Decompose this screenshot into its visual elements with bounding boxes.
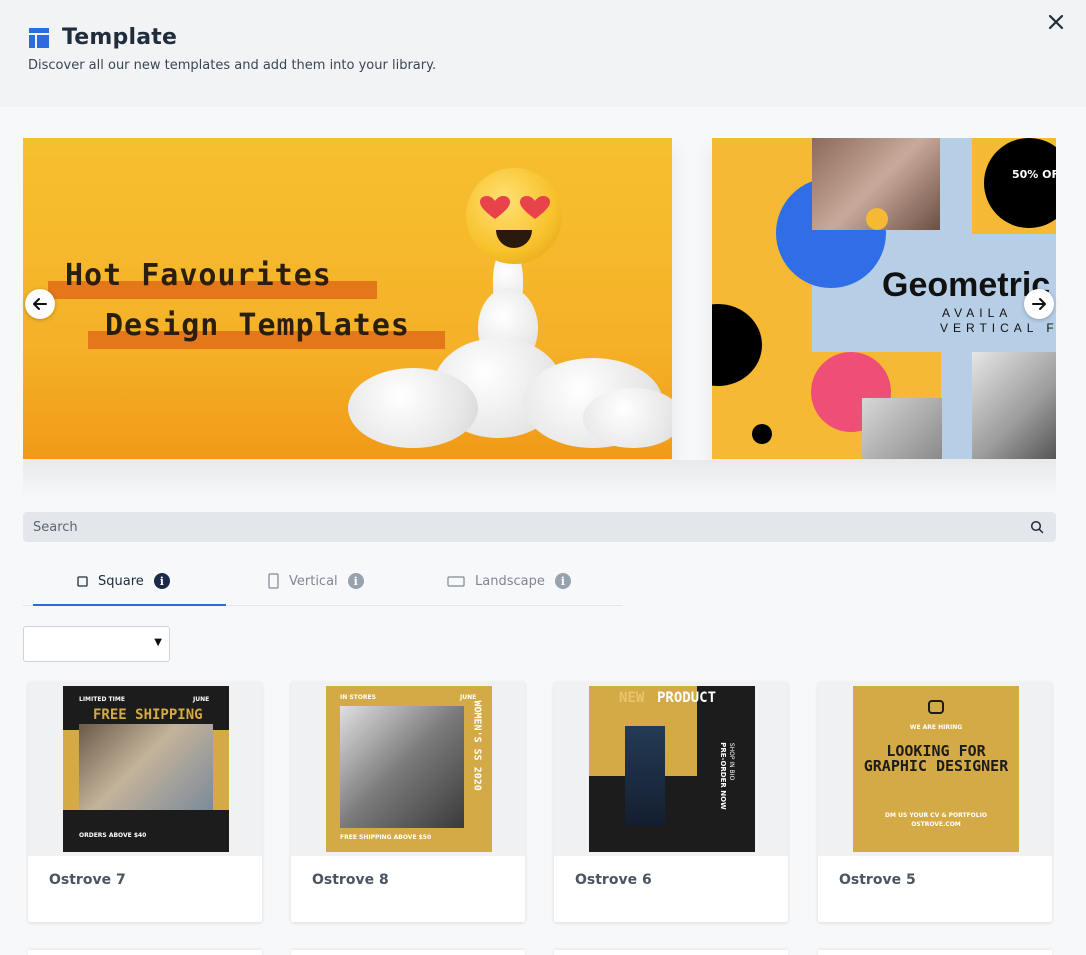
template-card-partial[interactable] [818,950,1052,955]
info-icon[interactable]: i [153,573,170,589]
tab-label: Landscape [475,573,545,589]
cloud-image [348,368,478,448]
thumb-text: FREE SHIPPING [93,707,203,723]
thumb-photo [79,724,213,810]
discount-badge: 50% OFF [1012,168,1056,181]
square-icon [77,575,88,587]
emoji-mouth [496,230,532,248]
search-icon[interactable] [1030,520,1044,534]
template-card-ostrove-5[interactable]: WE ARE HIRING LOOKING FOR GRAPHIC DESIGN… [818,682,1052,922]
template-thumbnail: IN STORES JUNE WOMEN'S SS 2020 FREE SHIP… [326,686,492,852]
photo-thumb [862,398,942,459]
template-thumbnail: WE ARE HIRING LOOKING FOR GRAPHIC DESIGN… [853,686,1019,852]
heart-icon [480,196,510,219]
template-name: Ostrove 6 [575,872,652,888]
cloud-image [583,388,672,448]
thumb-text: NEW [619,690,645,706]
carousel-next-button[interactable] [1024,289,1054,319]
orientation-tabs: Square i Vertical i Landscape i [23,557,623,606]
thumb-logo [928,700,944,714]
page-subtitle: Discover all our new templates and add t… [28,58,437,73]
template-name: Ostrove 8 [312,872,389,888]
tab-landscape[interactable]: Landscape i [447,557,571,605]
heart-icon [520,196,550,219]
arrow-right-icon [1032,298,1046,310]
thumb-text: WE ARE HIRING [909,724,963,731]
template-card-partial[interactable] [291,950,525,955]
thumb-text: IN STORES [340,694,376,701]
heart-eyes-emoji [466,168,562,264]
modal-header: Template Discover all our new templates … [0,0,1086,107]
card-thumbnail-area: LIMITED TIME JUNE FREE SHIPPING ORDERS A… [28,682,262,856]
template-carousel: Hot Favourites Design Templates 50% OFF … [23,138,1056,460]
card-thumbnail-area: NEW PRODUCT PRE-ORDER NOW SHOP IN BIO [554,682,788,856]
tab-label: Vertical [289,573,338,589]
active-tab-indicator [33,604,226,606]
page-title: Template [62,25,178,50]
thumb-photo [625,726,665,826]
template-card-partial[interactable] [28,950,262,955]
dropdown-caret-icon: ▼ [154,637,162,648]
template-thumbnail: NEW PRODUCT PRE-ORDER NOW SHOP IN BIO [589,686,755,852]
template-card-ostrove-6[interactable]: NEW PRODUCT PRE-ORDER NOW SHOP IN BIO Os… [554,682,788,922]
title-row: Template [28,25,177,50]
slide-subline: AVAILA [942,306,1013,320]
template-icon [29,27,49,48]
search-input[interactable] [23,512,1056,542]
thumb-text: DM US YOUR CV & PORTFOLIO [885,812,987,819]
template-name: Ostrove 5 [839,872,916,888]
thumb-text: PRE-ORDER NOW [718,742,727,810]
search-bar [23,512,1056,542]
arrow-left-icon [33,298,47,310]
info-icon[interactable]: i [554,573,571,589]
filter-select[interactable]: ▼ [23,626,170,662]
card-thumbnail-area: IN STORES JUNE WOMEN'S SS 2020 FREE SHIP… [291,682,525,856]
template-name: Ostrove 7 [49,872,126,888]
thumb-text: ORDERS ABOVE $40 [79,832,147,839]
shape [866,208,888,230]
tab-vertical[interactable]: Vertical i [268,557,364,605]
thumb-photo [340,706,464,828]
thumb-text: OSTROVE.COM [911,821,961,828]
carousel-slide-hot-favourites[interactable]: Hot Favourites Design Templates [23,138,672,459]
tab-square[interactable]: Square i [77,557,170,605]
portrait-icon [268,573,279,589]
slide-subline: VERTICAL F [940,321,1056,335]
template-card-ostrove-8[interactable]: IN STORES JUNE WOMEN'S SS 2020 FREE SHIP… [291,682,525,922]
thumb-text: LIMITED TIME [79,696,125,703]
thumb-text: PRODUCT [657,690,717,706]
template-thumbnail: LIMITED TIME JUNE FREE SHIPPING ORDERS A… [63,686,229,852]
thumb-text: SHOP IN BIO [728,742,736,781]
shape [752,424,772,444]
info-icon[interactable]: i [347,573,364,589]
template-card-partial[interactable] [554,950,788,955]
thumb-text: JUNE [193,696,210,703]
landscape-icon [447,575,465,587]
slide-headline-1: Hot Favourites [65,258,332,293]
carousel-slide-geometric[interactable]: 50% OFF Geometric AVAILA VERTICAL F [712,138,1056,459]
thumb-text: WOMEN'S SS 2020 [471,700,483,791]
close-icon[interactable] [1046,12,1066,32]
carousel-shadow [23,460,1056,498]
tab-label: Square [98,573,144,589]
slide-headline-2: Design Templates [105,308,410,343]
template-card-ostrove-7[interactable]: LIMITED TIME JUNE FREE SHIPPING ORDERS A… [28,682,262,922]
thumb-text: FREE SHIPPING ABOVE $50 [340,834,432,841]
card-thumbnail-area: WE ARE HIRING LOOKING FOR GRAPHIC DESIGN… [818,682,1052,856]
shape [712,138,812,459]
carousel-prev-button[interactable] [25,289,55,319]
thumb-text: LOOKING FOR GRAPHIC DESIGNER [863,742,1009,775]
photo-thumb [972,352,1056,459]
